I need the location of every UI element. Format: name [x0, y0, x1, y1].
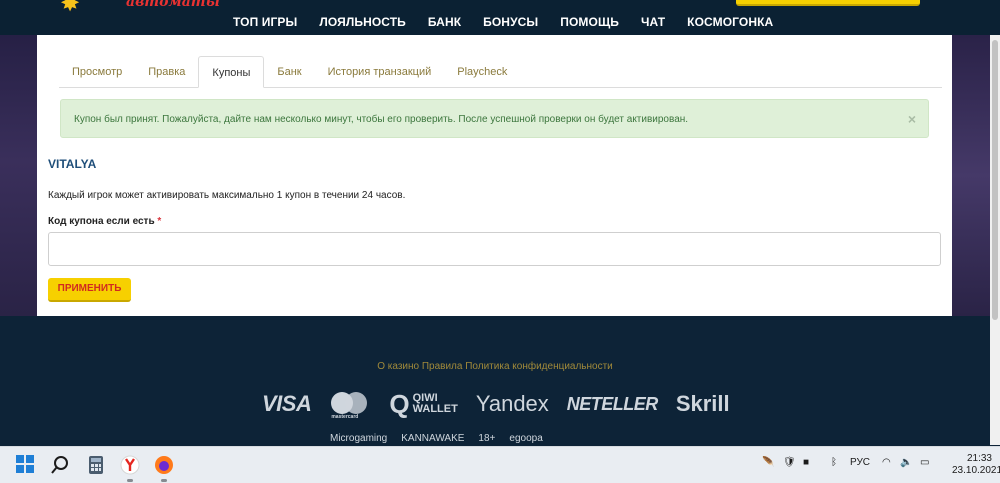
active-app-indicator	[161, 479, 167, 482]
tab-bank[interactable]: Банк	[264, 56, 314, 88]
header-action-button[interactable]	[736, 0, 920, 6]
firefox-icon[interactable]	[154, 455, 174, 475]
scrollbar-thumb[interactable]	[992, 40, 998, 320]
game-providers: Microgaming KANNAWAKE 18+ egoopa	[330, 433, 650, 446]
nav-chat[interactable]: ЧАТ	[630, 15, 676, 29]
logo-text: автоматы	[126, 0, 220, 10]
provider-microgaming: Microgaming	[330, 433, 388, 444]
qiwi-logo: Q QIWI WALLET	[389, 391, 457, 417]
alert-message: Купон был принят. Пожалуйста, дайте нам …	[74, 114, 689, 125]
required-mark: *	[157, 216, 162, 227]
star-icon: ✸	[60, 0, 81, 17]
account-tabs: Просмотр Правка Купоны Банк История тран…	[59, 56, 942, 88]
skrill-logo: Skrill	[675, 391, 730, 416]
search-icon[interactable]	[50, 455, 70, 475]
windows-taskbar: 🪶 🛡 ■ ᛒ РУС ◠ 🔈 ▭ 21:33 23.10.2021	[0, 446, 1000, 483]
nav-top-games[interactable]: ТОП ИГРЫ	[222, 15, 308, 29]
mastercard-text: mastercard	[331, 414, 359, 420]
security-icon[interactable]: ■	[803, 457, 809, 468]
nav-cosmogonka[interactable]: КОСМОГОНКА	[676, 15, 784, 29]
nav-bonuses[interactable]: БОНУСЫ	[472, 15, 549, 29]
visa-logo: VISA	[262, 391, 312, 416]
yandex-logo: Yandex	[475, 391, 549, 416]
system-clock[interactable]: 21:33 23.10.2021	[952, 453, 1000, 477]
volume-icon[interactable]: 🔈	[900, 457, 912, 468]
footer: О казино Правила Политика конфиденциальн…	[0, 316, 990, 446]
background-decoration-right	[952, 35, 990, 316]
payment-methods: VISA mastercard Q QIWI WALLET Yandex NET…	[262, 388, 730, 420]
coupon-code-input[interactable]	[48, 232, 941, 266]
background-decoration-left	[0, 35, 37, 316]
nav-help[interactable]: ПОМОЩЬ	[549, 15, 630, 29]
success-alert: Купон был принят. Пожалуйста, дайте нам …	[60, 99, 929, 138]
provider-egoopa: egoopa	[509, 433, 543, 444]
apply-button[interactable]: ПРИМЕНИТЬ	[48, 278, 131, 302]
tab-coupons[interactable]: Купоны	[198, 56, 265, 88]
coupon-code-label: Код купона если есть *	[48, 216, 161, 227]
qiwi-icon: Q	[389, 389, 410, 419]
feather-icon[interactable]: 🪶	[762, 457, 774, 468]
nav-loyalty[interactable]: ЛОЯЛЬНОСТЬ	[308, 15, 417, 29]
shield-icon[interactable]: 🛡	[783, 457, 796, 468]
account-panel: Просмотр Правка Купоны Банк История тран…	[37, 35, 952, 316]
casino-logo[interactable]: ✸ автоматы	[60, 0, 230, 18]
coupon-title: VITALYA	[48, 157, 97, 171]
clock-time: 21:33	[966, 453, 992, 464]
active-app-indicator	[127, 479, 133, 482]
top-navigation-bar: ✸ автоматы ТОП ИГРЫ ЛОЯЛЬНОСТЬ БАНК БОНУ…	[0, 0, 1000, 35]
calculator-icon[interactable]	[86, 455, 106, 475]
tab-edit[interactable]: Правка	[135, 56, 198, 88]
coupon-code-label-text: Код купона если есть	[48, 216, 155, 227]
tab-transaction-history[interactable]: История транзакций	[315, 56, 445, 88]
tab-view[interactable]: Просмотр	[59, 56, 135, 88]
language-indicator[interactable]: РУС	[850, 457, 870, 468]
tab-playcheck[interactable]: Playcheck	[444, 56, 520, 88]
qiwi-wallet-text: WALLET	[412, 403, 458, 415]
footer-links[interactable]: О казино Правила Политика конфиденциальн…	[0, 361, 990, 372]
wifi-icon[interactable]: ◠	[882, 457, 891, 468]
coupon-description: Каждый игрок может активировать максимал…	[48, 190, 406, 201]
close-icon[interactable]: ×	[908, 111, 916, 127]
bluetooth-icon[interactable]: ᛒ	[831, 457, 837, 468]
neteller-logo: NETELLER	[566, 393, 659, 414]
mastercard-logo: mastercard	[331, 388, 371, 420]
age-restriction-badge: 18+	[478, 433, 496, 444]
windows-start-icon[interactable]	[16, 455, 36, 475]
battery-icon[interactable]: ▭	[920, 457, 929, 468]
provider-kannawake: KANNAWAKE	[401, 433, 465, 444]
yandex-browser-icon[interactable]	[120, 455, 140, 475]
clock-date: 23.10.2021	[952, 465, 1000, 476]
main-nav: ТОП ИГРЫ ЛОЯЛЬНОСТЬ БАНК БОНУСЫ ПОМОЩЬ Ч…	[222, 15, 784, 29]
nav-bank[interactable]: БАНК	[417, 15, 472, 29]
